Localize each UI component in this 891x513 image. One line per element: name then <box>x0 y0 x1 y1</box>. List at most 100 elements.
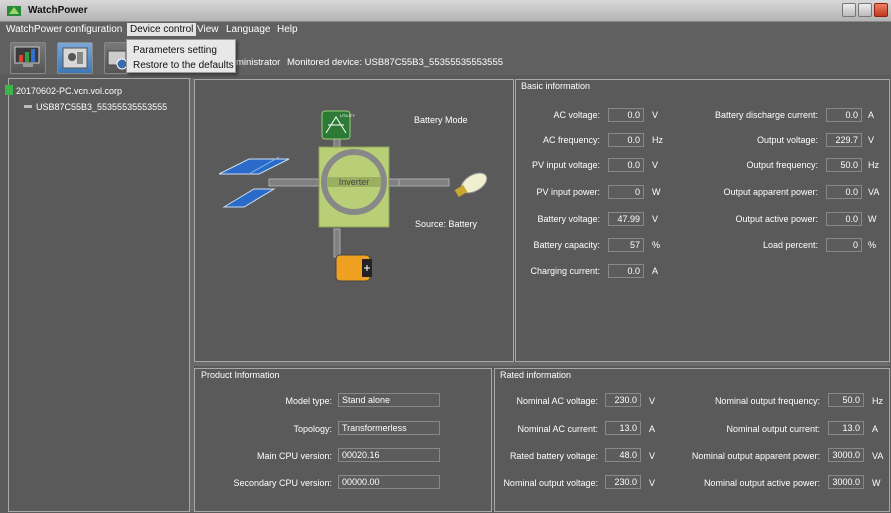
menu-item-parameters-setting[interactable]: Parameters setting <box>133 45 217 56</box>
utility-label: UTILITY <box>340 113 355 118</box>
pv-input-voltage-unit: V <box>652 160 659 170</box>
battery-discharge-current-label: Battery discharge current: <box>714 110 818 120</box>
tree-host-node[interactable]: 20170602-PC.vcn.vol.corp <box>16 86 122 96</box>
rated-info-title: Rated information <box>498 370 574 380</box>
tree-device-node[interactable]: USB87C55B3_55355535553555 <box>36 102 167 112</box>
logged-user-text: ministrator <box>236 57 281 68</box>
nominal-output-current-value: 13.0 <box>828 421 864 435</box>
battery-discharge-current-unit: A <box>868 110 875 120</box>
product-info-title: Product Information <box>199 370 282 380</box>
output-apparent-power-value: 0.0 <box>826 185 862 199</box>
nominal-output-current-unit: A <box>872 424 879 434</box>
pv-input-voltage-value: 0.0 <box>608 158 644 172</box>
rated-battery-voltage-unit: V <box>649 451 656 461</box>
device-button[interactable] <box>104 42 128 74</box>
menu-language[interactable]: Language <box>226 24 271 35</box>
ac-frequency-label: AC frequency: <box>542 135 600 145</box>
nominal-output-frequency-value: 50.0 <box>828 393 864 407</box>
horizontal-splitter[interactable] <box>194 362 890 366</box>
pv-input-power-value: 0 <box>608 185 644 199</box>
topology-value: Transformerless <box>338 421 440 435</box>
model-type-value: Stand alone <box>338 393 440 407</box>
ac-voltage-label: AC voltage: <box>553 110 600 120</box>
battery-capacity-value: 57 <box>608 238 644 252</box>
title-bar: WatchPower <box>0 0 891 22</box>
output-active-power-value: 0.0 <box>826 212 862 226</box>
output-voltage-label: Output voltage: <box>756 135 818 145</box>
load-percent-label: Load percent: <box>762 240 818 250</box>
rated-battery-voltage-label: Rated battery voltage: <box>509 451 598 461</box>
device-icon <box>107 50 128 70</box>
battery-discharge-current-value: 0.0 <box>826 108 862 122</box>
maximize-button[interactable] <box>858 3 872 17</box>
menu-device-control[interactable]: Device control <box>127 23 197 36</box>
settings-button[interactable] <box>57 42 93 74</box>
menu-view[interactable]: View <box>197 24 219 35</box>
close-button[interactable] <box>874 3 888 17</box>
computer-node-icon <box>5 85 13 95</box>
pv-input-power-unit: W <box>652 187 661 197</box>
output-frequency-unit: Hz <box>868 160 879 170</box>
menu-item-restore-defaults[interactable]: Restore to the defaults <box>133 60 234 71</box>
nominal-output-voltage-label: Nominal output voltage: <box>503 478 598 488</box>
window-title: WatchPower <box>28 5 88 16</box>
watchpower-app-icon <box>7 6 21 16</box>
secondary-cpu-version-label: Secondary CPU version: <box>233 478 332 488</box>
inverter-icon: Inverter <box>318 146 390 228</box>
nominal-output-voltage-unit: V <box>649 478 656 488</box>
rated-battery-voltage-value: 48.0 <box>605 448 641 462</box>
power-source: Source: Battery <box>415 219 478 229</box>
menu-help[interactable]: Help <box>277 24 298 35</box>
ac-voltage-unit: V <box>652 110 659 120</box>
monitor-button[interactable] <box>10 42 46 74</box>
menu-bar: WatchPower configuration Device control … <box>0 22 891 39</box>
main-cpu-version-label: Main CPU version: <box>256 451 332 461</box>
menu-watchpower-configuration[interactable]: WatchPower configuration <box>6 24 122 35</box>
output-active-power-unit: W <box>868 214 877 224</box>
monitored-device-text: Monitored device: USB87C55B3_55355535553… <box>287 57 504 68</box>
nominal-output-active-power-value: 3000.0 <box>828 475 864 489</box>
nominal-ac-voltage-label: Nominal AC voltage: <box>516 396 598 406</box>
basic-info-title: Basic information <box>519 81 593 91</box>
nominal-output-apparent-power-value: 3000.0 <box>828 448 864 462</box>
nominal-output-apparent-power-label: Nominal output apparent power: <box>691 451 820 461</box>
secondary-cpu-version-value: 00000.00 <box>338 475 440 489</box>
output-apparent-power-label: Output apparent power: <box>723 187 818 197</box>
inverter-label: Inverter <box>339 177 370 187</box>
nominal-output-current-label: Nominal output current: <box>726 424 820 434</box>
model-type-label: Model type: <box>285 396 332 406</box>
pv-input-voltage-label: PV input voltage: <box>531 160 600 170</box>
topology-label: Topology: <box>293 424 332 434</box>
device-tree-pane <box>8 78 190 512</box>
battery-capacity-unit: % <box>652 240 661 250</box>
battery-icon <box>335 254 372 282</box>
output-active-power-label: Output active power: <box>735 214 818 224</box>
output-apparent-power-unit: VA <box>868 187 880 197</box>
output-frequency-value: 50.0 <box>826 158 862 172</box>
battery-voltage-unit: V <box>652 214 659 224</box>
light-bulb-icon <box>454 172 488 197</box>
rated-info-panel <box>494 368 890 512</box>
output-voltage-value: 229.7 <box>826 133 862 147</box>
load-percent-unit: % <box>868 240 877 250</box>
output-frequency-label: Output frequency: <box>746 160 818 170</box>
battery-voltage-label: Battery voltage: <box>537 214 600 224</box>
utility-grid-icon: UTILITY <box>321 110 355 140</box>
nominal-output-frequency-unit: Hz <box>872 396 883 406</box>
ac-voltage-value: 0.0 <box>608 108 644 122</box>
nominal-output-voltage-value: 230.0 <box>605 475 641 489</box>
nominal-ac-current-unit: A <box>649 424 656 434</box>
nominal-output-active-power-label: Nominal output active power: <box>703 478 820 488</box>
charging-current-unit: A <box>652 266 659 276</box>
output-voltage-unit: V <box>868 135 875 145</box>
nominal-ac-voltage-value: 230.0 <box>605 393 641 407</box>
product-info-panel <box>194 368 492 512</box>
device-control-dropdown: Parameters setting Restore to the defaul… <box>126 39 236 73</box>
pv-input-power-label: PV input power: <box>536 187 600 197</box>
nominal-ac-voltage-unit: V <box>649 396 656 406</box>
minimize-button[interactable] <box>842 3 856 17</box>
usb-device-icon <box>24 105 32 108</box>
battery-voltage-value: 47.99 <box>608 212 644 226</box>
battery-capacity-label: Battery capacity: <box>533 240 600 250</box>
nominal-ac-current-value: 13.0 <box>605 421 641 435</box>
